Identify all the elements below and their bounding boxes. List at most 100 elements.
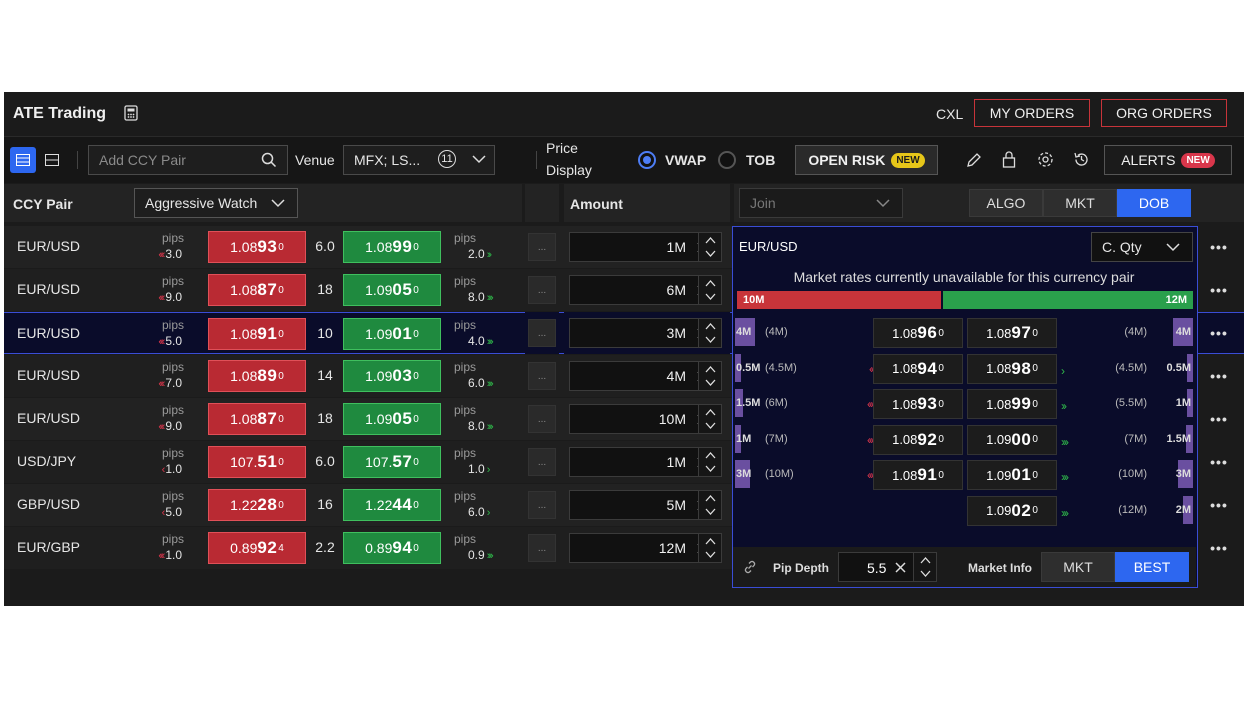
chevron-up-icon[interactable] xyxy=(705,495,716,502)
ask-price-button[interactable]: 1.08 99 0 xyxy=(343,231,441,263)
row-action-button[interactable]: ... xyxy=(528,319,556,347)
row-action-button[interactable]: ... xyxy=(528,448,556,476)
pip-depth-stepper[interactable] xyxy=(913,552,937,582)
chevron-down-icon[interactable] xyxy=(920,570,931,577)
calculator-icon[interactable] xyxy=(124,105,138,121)
gear-icon[interactable] xyxy=(1037,151,1054,168)
tob-label[interactable]: TOB xyxy=(746,152,775,168)
dob-tab[interactable]: DOB xyxy=(1117,189,1191,217)
bid-price-button[interactable]: 1.08 87 0 xyxy=(208,403,306,435)
amount-stepper[interactable] xyxy=(698,447,722,477)
history-icon[interactable] xyxy=(1073,151,1090,168)
link-icon[interactable] xyxy=(743,560,757,574)
ask-level-price[interactable]: 1.08 98 0 xyxy=(967,353,1057,384)
chevron-up-icon[interactable] xyxy=(705,323,716,330)
amount-stepper[interactable] xyxy=(698,361,722,391)
mkt-button[interactable]: MKT xyxy=(1041,552,1115,582)
ask-price-button[interactable]: 0.89 94 0 xyxy=(343,532,441,564)
bid-price-button[interactable]: 0.89 92 4 xyxy=(208,532,306,564)
more-menu-icon[interactable]: ••• xyxy=(1206,534,1232,562)
more-menu-icon[interactable]: ••• xyxy=(1206,448,1232,476)
bid-price-button[interactable]: 1.08 93 0 xyxy=(208,231,306,263)
best-button[interactable]: BEST xyxy=(1115,552,1189,582)
open-risk-button[interactable]: OPEN RISK NEW xyxy=(795,145,938,175)
watch-select[interactable]: Aggressive Watch xyxy=(134,188,298,218)
amount-stepper[interactable] xyxy=(698,533,722,563)
amount-stepper[interactable] xyxy=(698,232,722,262)
join-select[interactable]: Join xyxy=(739,188,903,218)
bid-price-button[interactable]: 1.22 28 0 xyxy=(208,489,306,521)
list-view-icon[interactable] xyxy=(10,147,36,173)
chevron-up-icon[interactable] xyxy=(705,237,716,244)
amount-stepper[interactable] xyxy=(698,275,722,305)
search-icon[interactable] xyxy=(261,152,277,168)
chevron-up-icon[interactable] xyxy=(705,280,716,287)
chevron-down-icon[interactable] xyxy=(705,379,716,386)
more-menu-icon[interactable]: ••• xyxy=(1206,276,1232,304)
row-action-button[interactable]: ... xyxy=(528,405,556,433)
bid-price-button[interactable]: 1.08 89 0 xyxy=(208,360,306,392)
more-menu-icon[interactable]: ••• xyxy=(1206,491,1232,519)
pencil-icon[interactable] xyxy=(966,152,982,168)
more-menu-icon[interactable]: ••• xyxy=(1206,405,1232,433)
row-action-button[interactable]: ... xyxy=(528,276,556,304)
pip-depth-input[interactable]: 5.5 xyxy=(838,552,914,582)
clear-icon[interactable] xyxy=(895,562,906,573)
ask-price-button[interactable]: 1.22 44 0 xyxy=(343,489,441,521)
qty-select[interactable]: C. Qty xyxy=(1091,232,1193,262)
alerts-button[interactable]: ALERTS NEW xyxy=(1104,145,1232,175)
ask-level-price[interactable]: 1.09 02 0 xyxy=(967,495,1057,526)
bid-level-price[interactable]: 1.08 91 0 xyxy=(873,460,963,490)
lock-icon[interactable] xyxy=(1002,150,1016,168)
my-orders-button[interactable]: MY ORDERS xyxy=(974,99,1090,127)
chevron-down-icon[interactable] xyxy=(705,336,716,343)
ask-level-price[interactable]: 1.09 00 0 xyxy=(967,424,1057,455)
ask-price-button[interactable]: 1.09 03 0 xyxy=(343,360,441,392)
ask-level-price[interactable]: 1.08 97 0 xyxy=(967,318,1057,348)
row-action-button[interactable]: ... xyxy=(528,362,556,390)
ask-price-button[interactable]: 1.09 01 0 xyxy=(343,318,441,350)
row-action-button[interactable]: ... xyxy=(528,491,556,519)
amount-stepper[interactable] xyxy=(698,404,722,434)
bid-price-button[interactable]: 1.08 91 0 xyxy=(208,318,306,350)
more-menu-icon[interactable]: ••• xyxy=(1206,362,1232,390)
cxl-button[interactable]: CXL xyxy=(936,106,963,122)
chevron-up-icon[interactable] xyxy=(920,557,931,564)
row-action-button[interactable]: ... xyxy=(528,534,556,562)
row-action-button[interactable]: ... xyxy=(528,233,556,261)
ask-level-price[interactable]: 1.09 01 0 xyxy=(967,460,1057,490)
bid-level-price[interactable]: 1.08 93 0 xyxy=(873,389,963,419)
chevron-down-icon[interactable] xyxy=(705,508,716,515)
vwap-label[interactable]: VWAP xyxy=(665,152,706,168)
algo-tab[interactable]: ALGO xyxy=(969,189,1043,217)
chevron-up-icon[interactable] xyxy=(705,538,716,545)
venue-select[interactable]: MFX; LS... 11 xyxy=(343,145,495,175)
search-input[interactable]: Add CCY Pair xyxy=(88,145,288,175)
chevron-up-icon[interactable] xyxy=(705,409,716,416)
ask-price-button[interactable]: 1.09 05 0 xyxy=(343,403,441,435)
chevron-down-icon[interactable] xyxy=(705,465,716,472)
split-view-icon[interactable] xyxy=(39,147,65,173)
tob-radio[interactable] xyxy=(718,151,736,169)
bid-level-price[interactable]: 1.08 94 0 xyxy=(873,353,963,384)
more-menu-icon[interactable]: ••• xyxy=(1206,233,1232,261)
org-orders-button[interactable]: ORG ORDERS xyxy=(1101,99,1227,127)
more-menu-icon[interactable]: ••• xyxy=(1206,319,1232,347)
bid-level-price[interactable]: 1.08 92 0 xyxy=(873,424,963,455)
chevron-up-icon[interactable] xyxy=(705,366,716,373)
mkt-tab[interactable]: MKT xyxy=(1043,189,1117,217)
bid-price-button[interactable]: 107. 51 0 xyxy=(208,446,306,478)
bid-level-price[interactable]: 1.08 96 0 xyxy=(873,318,963,348)
amount-stepper[interactable] xyxy=(698,490,722,520)
ask-price-button[interactable]: 1.09 05 0 xyxy=(343,274,441,306)
chevron-down-icon[interactable] xyxy=(705,250,716,257)
vwap-radio[interactable] xyxy=(638,151,656,169)
ask-price-button[interactable]: 107. 57 0 xyxy=(343,446,441,478)
chevron-down-icon[interactable] xyxy=(705,551,716,558)
bid-price-button[interactable]: 1.08 87 0 xyxy=(208,274,306,306)
ask-level-price[interactable]: 1.08 99 0 xyxy=(967,389,1057,419)
chevron-up-icon[interactable] xyxy=(705,452,716,459)
chevron-down-icon[interactable] xyxy=(705,293,716,300)
chevron-down-icon[interactable] xyxy=(705,422,716,429)
amount-stepper[interactable] xyxy=(698,318,722,348)
